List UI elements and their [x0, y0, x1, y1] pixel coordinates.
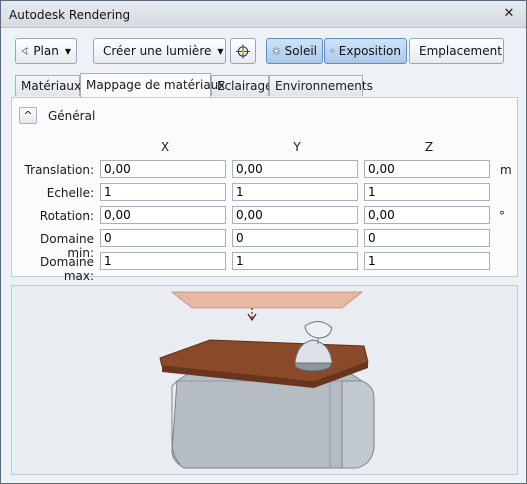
domain-max-x-field[interactable]: 1	[100, 252, 226, 270]
column-header-y: Y	[293, 140, 301, 154]
create-light-label: Créer une lumière	[103, 44, 212, 58]
scale-label: Echelle:	[46, 186, 94, 200]
location-label: Emplacement	[419, 44, 502, 58]
translation-label: Translation:	[24, 163, 94, 177]
tab-material-mapping-label: Mappage de matériaux	[86, 78, 226, 92]
exposure-icon	[330, 48, 335, 54]
crosshair-light-icon	[235, 43, 251, 59]
translation-unit: m	[500, 163, 512, 177]
tab-materials[interactable]: Matériaux	[15, 75, 82, 96]
domain-max-y-field[interactable]: 1	[232, 252, 358, 270]
column-header-x: X	[160, 140, 170, 154]
mapping-panel: ^ Général X Y Z Translation: 0,00 0,00 0…	[11, 97, 518, 283]
chevron-down-icon: ▼	[64, 46, 71, 56]
window-title: Autodesk Rendering	[9, 8, 131, 22]
tab-material-mapping[interactable]: Mappage de matériaux	[80, 73, 225, 97]
domain-min-z-field[interactable]: 0	[364, 229, 490, 247]
domain-min-y-field[interactable]: 0	[232, 229, 358, 247]
create-light-dropdown-button[interactable]: Créer une lumière ▼	[93, 38, 226, 64]
scale-y-field[interactable]: 1	[232, 183, 358, 201]
scale-z-field[interactable]: 1	[364, 183, 490, 201]
chevron-down-icon: ▼	[217, 46, 224, 56]
plan-view-icon	[21, 47, 29, 55]
light-target-button[interactable]	[230, 38, 256, 64]
translation-y-field[interactable]: 0,00	[232, 160, 358, 178]
domain-min-x-field[interactable]: 0	[100, 229, 226, 247]
tab-environments[interactable]: Environnements	[269, 75, 373, 96]
domain-max-label: Domaine max:	[40, 255, 94, 283]
close-icon[interactable]: ✕	[501, 6, 517, 22]
translation-x-field[interactable]: 0,00	[100, 160, 226, 178]
rotation-z-field[interactable]: 0,00	[364, 206, 490, 224]
rotation-y-field[interactable]: 0,00	[232, 206, 358, 224]
translation-z-field[interactable]: 0,00	[364, 160, 490, 178]
toolbar: Plan ▼ Créer une lumière ▼ Soleil Exposi…	[1, 29, 526, 69]
tab-materials-label: Matériaux	[21, 79, 82, 93]
exposure-toggle-button[interactable]: Exposition	[324, 38, 407, 64]
location-button[interactable]: Emplacement	[409, 38, 504, 64]
mapping-preview-viewport[interactable]	[11, 285, 518, 475]
plan-dropdown-button[interactable]: Plan ▼	[15, 38, 77, 64]
rotation-label: Rotation:	[39, 209, 94, 223]
collapse-icon[interactable]: ^	[19, 107, 37, 124]
plan-label: Plan	[33, 44, 59, 58]
scale-x-field[interactable]: 1	[100, 183, 226, 201]
rendering-window: Autodesk Rendering ✕ Plan ▼ Créer une lu…	[0, 0, 527, 484]
sun-toggle-button[interactable]: Soleil	[266, 38, 323, 64]
rotation-x-field[interactable]: 0,00	[100, 206, 226, 224]
sun-label: Soleil	[284, 44, 317, 58]
projection-plane	[170, 291, 364, 309]
exposure-label: Exposition	[338, 44, 401, 58]
sun-icon	[272, 46, 281, 56]
column-header-z: Z	[424, 140, 434, 154]
mapping-preview-illustration	[159, 291, 375, 469]
rotation-unit: °	[499, 209, 505, 223]
section-title: Général	[48, 109, 96, 123]
tab-environments-label: Environnements	[275, 79, 373, 93]
general-section-header[interactable]: ^ Général	[16, 104, 136, 126]
domain-max-z-field[interactable]: 1	[364, 252, 490, 270]
title-bar[interactable]: Autodesk Rendering ✕	[1, 1, 526, 28]
